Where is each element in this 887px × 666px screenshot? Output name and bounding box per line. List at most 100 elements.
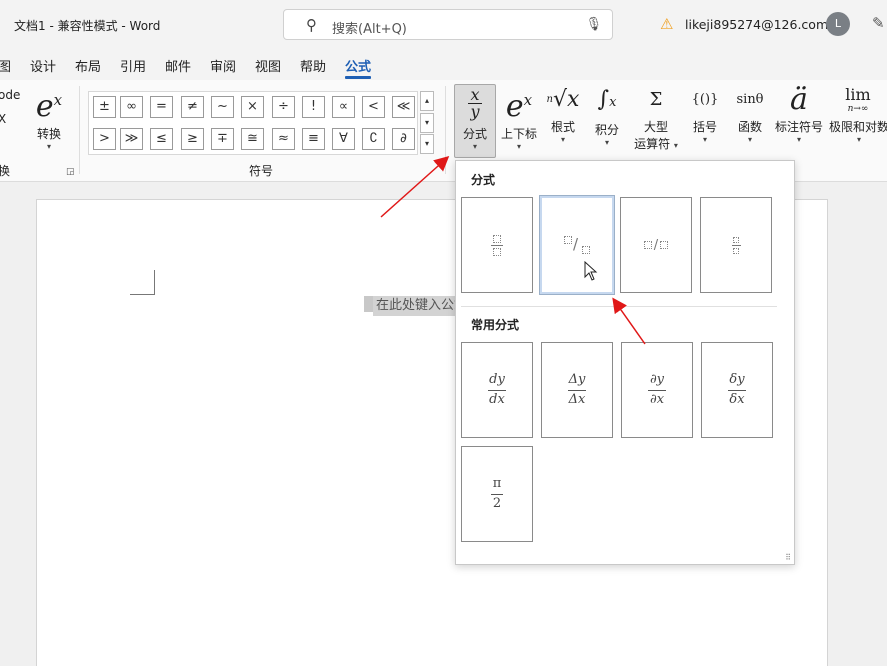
chevron-down-icon: ▾ bbox=[516, 142, 521, 151]
chevron-down-icon: ▾ bbox=[702, 135, 707, 144]
common-fraction-dy-dx[interactable]: dy dx bbox=[461, 342, 533, 438]
limit-icon-top: lim bbox=[845, 85, 871, 104]
chevron-down-icon: ▾ bbox=[857, 135, 862, 144]
symbol-infinity[interactable]: ∞ bbox=[120, 96, 143, 118]
tab-draw[interactable]: 图 bbox=[0, 56, 11, 75]
script-icon: ex bbox=[505, 89, 533, 124]
fraction-icon: x y bbox=[455, 87, 495, 120]
symbol-approx[interactable]: ≈ bbox=[272, 128, 295, 150]
linear-fraction-preview: / bbox=[621, 198, 691, 292]
integral-label: 积分 bbox=[594, 123, 619, 137]
search-input[interactable]: 搜索(Alt+Q) bbox=[332, 18, 407, 37]
chevron-down-icon: ▾ bbox=[472, 142, 477, 151]
section-title-fraction: 分式 bbox=[471, 173, 496, 187]
large-operator-label: 大型 bbox=[643, 120, 668, 134]
gallery-more-icon[interactable]: ▾ bbox=[420, 134, 434, 154]
common-fraction-delta[interactable]: Δy Δx bbox=[541, 342, 613, 438]
exponent-icon: ex bbox=[35, 89, 63, 124]
account-name[interactable]: likeji895274@126.com bbox=[685, 17, 828, 32]
limit-button[interactable]: lim n→∞ 极限和对数 ▾ bbox=[829, 82, 887, 145]
accent-button[interactable]: ä 标注符号 ▾ bbox=[774, 82, 824, 144]
warning-icon[interactable]: ⚠ bbox=[660, 15, 673, 33]
tab-design[interactable]: 设计 bbox=[30, 56, 56, 75]
symbol-proportional[interactable]: ∝ bbox=[332, 96, 355, 118]
fraction-label: 分式 bbox=[462, 127, 487, 141]
gallery-scroll-down-icon[interactable]: ▾ bbox=[420, 113, 434, 133]
tab-layout[interactable]: 布局 bbox=[75, 56, 101, 75]
tab-references[interactable]: 引用 bbox=[120, 56, 146, 75]
symbol-greater-equal[interactable]: ≥ bbox=[181, 128, 204, 150]
group-divider bbox=[79, 86, 80, 174]
accent-label: 标注符号 bbox=[774, 120, 823, 134]
symbol-less-equal[interactable]: ≤ bbox=[150, 128, 173, 150]
symbol-for-all[interactable]: ∀ bbox=[332, 128, 355, 150]
tab-equation[interactable]: 公式 bbox=[345, 56, 371, 75]
symbol-divide[interactable]: ÷ bbox=[272, 96, 295, 118]
radical-button[interactable]: n√x 根式 ▾ bbox=[546, 82, 580, 144]
fraction-denominator: dx bbox=[489, 391, 505, 407]
group-divider bbox=[445, 86, 446, 174]
resize-grip-icon[interactable]: ⠿ bbox=[785, 553, 791, 562]
tab-mailings[interactable]: 邮件 bbox=[165, 56, 191, 75]
symbol-much-less[interactable]: ≪ bbox=[392, 96, 415, 118]
convert-button[interactable]: ex 转换 ▾ bbox=[28, 82, 70, 151]
symbol-equals[interactable]: = bbox=[150, 96, 173, 118]
fraction-numerator: Δy bbox=[568, 372, 586, 388]
limit-icon: lim n→∞ bbox=[829, 82, 887, 118]
search-box[interactable]: ⚲ 搜索(Alt+Q) 🎙 bbox=[283, 9, 613, 40]
tab-view[interactable]: 视图 bbox=[255, 56, 281, 75]
function-icon: sinθ bbox=[736, 92, 764, 107]
fraction-button[interactable]: x y 分式 ▾ bbox=[454, 84, 496, 158]
symbol-partial[interactable]: ∂ bbox=[392, 128, 415, 150]
avatar[interactable]: L bbox=[826, 12, 850, 36]
symbol-complement[interactable]: ∁ bbox=[362, 128, 385, 150]
chevron-down-icon: ▾ bbox=[604, 138, 609, 147]
common-fraction-pi-over-2[interactable]: π2 bbox=[461, 446, 533, 542]
mouse-cursor-icon bbox=[584, 261, 598, 281]
symbol-greater-than[interactable]: > bbox=[93, 128, 116, 150]
function-button[interactable]: sinθ 函数 ▾ bbox=[732, 82, 768, 144]
stacked-fraction-tile[interactable] bbox=[461, 197, 533, 293]
bracket-label: 括号 bbox=[692, 120, 717, 134]
microphone-icon[interactable]: 🎙 bbox=[585, 17, 602, 32]
symbol-identical[interactable]: ≡ bbox=[302, 128, 325, 150]
tab-review[interactable]: 审阅 bbox=[210, 56, 236, 75]
symbol-times[interactable]: × bbox=[241, 96, 264, 118]
equation-handle[interactable] bbox=[364, 296, 373, 312]
symbol-not-equal[interactable]: ≠ bbox=[181, 96, 204, 118]
chevron-down-icon: ▾ bbox=[796, 135, 801, 144]
gallery-scroll-up-icon[interactable]: ▴ bbox=[420, 91, 434, 111]
tab-help[interactable]: 帮助 bbox=[300, 56, 326, 75]
symbol-plus-minus[interactable]: ± bbox=[93, 96, 116, 118]
small-fraction-tile[interactable] bbox=[700, 197, 772, 293]
section-divider bbox=[461, 306, 777, 307]
symbol-factorial[interactable]: ! bbox=[302, 96, 325, 118]
large-operator-button[interactable]: Σ 大型 运算符 ▾ bbox=[630, 82, 682, 152]
skewed-fraction-tile[interactable]: / bbox=[539, 195, 615, 295]
integral-button[interactable]: ∫x 积分 ▾ bbox=[590, 82, 624, 147]
script-button[interactable]: ex 上下标 ▾ bbox=[500, 82, 538, 151]
bracket-icon: {()} bbox=[691, 92, 719, 107]
large-operator-label-2: 运算符 ▾ bbox=[630, 135, 682, 152]
fraction-dropdown: 分式 / / 常用分式 dy dx Δy Δx ∂y ∂x δy δx π 2 … bbox=[455, 160, 795, 565]
group-label-convert: 换 bbox=[0, 164, 11, 178]
sigma-icon: Σ bbox=[649, 89, 663, 110]
chevron-down-icon: ▾ bbox=[673, 141, 678, 150]
symbol-minus-plus[interactable]: ∓ bbox=[211, 128, 234, 150]
ribbon-partial-label[interactable]: X bbox=[0, 112, 6, 126]
symbol-tilde[interactable]: ~ bbox=[211, 96, 234, 118]
symbol-much-greater[interactable]: ≫ bbox=[120, 128, 143, 150]
limit-label: 极限和对数 bbox=[829, 120, 887, 134]
symbol-congruent[interactable]: ≅ bbox=[241, 128, 264, 150]
dialog-launcher-icon[interactable]: ◲ bbox=[66, 167, 75, 177]
bracket-button[interactable]: {()} 括号 ▾ bbox=[688, 82, 722, 144]
small-fraction-preview bbox=[701, 198, 771, 292]
pen-icon[interactable]: ✎ bbox=[872, 14, 885, 32]
linear-fraction-tile[interactable]: / bbox=[620, 197, 692, 293]
symbol-less-than[interactable]: < bbox=[362, 96, 385, 118]
equation-placeholder[interactable]: 在此处键入公式。 bbox=[373, 296, 455, 316]
common-fraction-partial[interactable]: ∂y ∂x bbox=[621, 342, 693, 438]
common-fraction-small-delta[interactable]: δy δx bbox=[701, 342, 773, 438]
ribbon-partial-label[interactable]: ode bbox=[0, 88, 20, 102]
active-tab-indicator bbox=[345, 76, 371, 79]
